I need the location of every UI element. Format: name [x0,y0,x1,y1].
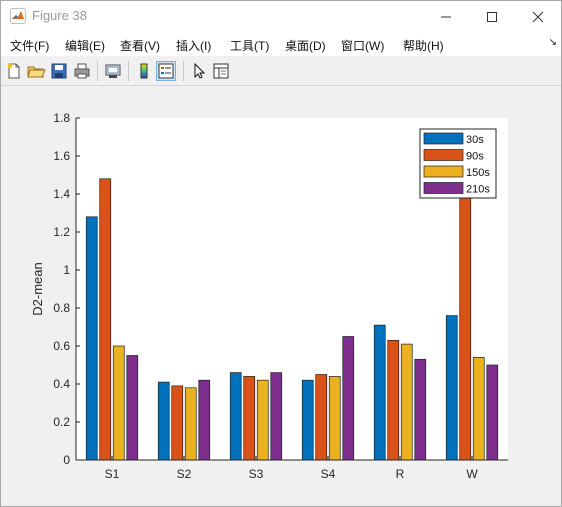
open-file-icon [27,66,46,78]
menu-tools[interactable]: 工具(T) [230,37,269,54]
save-icon [51,63,67,79]
bar-s4-30s[interactable] [301,379,314,461]
minimize-button[interactable] [423,1,469,32]
figure-canvas[interactable]: 0 0.2 0.4 0.6 0.8 1 1.2 1.4 1.6 1.8 S1 S2 S3 S4 R W D2-m… [1,86,561,506]
link-plot-icon [105,64,121,78]
bar-w-210s[interactable] [486,364,499,461]
x-tick-label: S4 [321,467,336,481]
menu-view[interactable]: 查看(V) [120,37,160,54]
legend-swatch-90s [423,149,464,161]
new-figure-icon [7,63,20,79]
y-tick-label: 1.8 [53,111,70,125]
maximize-icon [487,11,497,22]
x-tick-label: W [466,467,478,481]
new-figure-button[interactable] [4,61,24,81]
y-tick-label: 1 [63,263,70,277]
close-icon [532,11,544,22]
maximize-button[interactable] [469,1,515,32]
print-icon [74,63,90,79]
bar-s1-90s[interactable] [99,178,112,461]
bar-s3-90s[interactable] [243,376,256,461]
matlab-logo-icon [10,8,26,24]
legend-icon [158,63,174,79]
bar-w-150s[interactable] [472,357,485,461]
property-inspector-button[interactable] [211,61,231,81]
figure-toolbar [1,57,561,86]
close-button[interactable] [515,1,561,32]
y-tick-label: 0.8 [53,301,70,315]
y-tick-label: 1.4 [53,187,70,201]
legend-label-90s: 90s [466,151,484,163]
pointer-button[interactable] [189,61,209,81]
pointer-icon [194,62,206,79]
bar-s2-150s[interactable] [184,387,197,461]
property-inspector-icon [213,63,229,79]
bar-r-150s[interactable] [400,343,413,461]
legend-label-150s: 150s [466,167,490,179]
colorbar-icon [140,63,148,79]
minimize-icon [441,16,451,17]
colorbar-button[interactable] [134,61,154,81]
toolbar-separator [97,61,98,81]
toolbar-separator [128,61,129,81]
menu-edit[interactable]: 编辑(E) [65,37,105,54]
bar-s2-210s[interactable] [198,379,211,461]
x-tick-label: R [396,467,405,481]
bar-s2-30s[interactable] [157,381,170,461]
y-tick-label: 0.4 [53,377,70,391]
legend-swatch-30s [423,132,464,145]
bar-s3-150s[interactable] [256,379,269,461]
bar-s4-150s[interactable] [328,376,341,461]
bar-s3-30s[interactable] [229,372,242,461]
menu-help[interactable]: 帮助(H) [403,37,444,54]
x-tick-label: S3 [249,467,264,481]
menu-insert[interactable]: 插入(I) [176,37,211,54]
bar-s1-150s[interactable] [112,345,125,461]
bar-s3-210s[interactable] [270,372,283,461]
figure-window: Figure 38 文件(F) 编辑(E) 查看(V) 插入(I) 工具(T) … [0,0,562,507]
bar-s2-90s[interactable] [171,385,184,461]
x-tick-label: S2 [177,467,192,481]
y-tick-label: 1.6 [53,149,70,163]
legend-swatch-150s [423,165,464,178]
legend-label-210s: 210s [466,184,490,196]
y-tick-label: 0 [63,453,70,467]
x-tick-label: S1 [105,467,120,481]
legend-swatch-210s [423,182,464,194]
print-button[interactable] [72,61,92,81]
bar-r-210s[interactable] [414,358,427,461]
bar-s4-90s[interactable] [315,374,328,461]
legend-label-30s: 30s [466,134,484,146]
menu-overflow-icon[interactable]: ↘ [549,37,557,48]
bar-w-30s[interactable] [445,315,458,461]
y-tick-label: 0.2 [53,415,70,429]
title-bar[interactable]: Figure 38 [1,1,561,32]
menu-window[interactable]: 窗口(W) [341,37,384,54]
legend-button[interactable] [156,61,176,81]
y-tick-label: 0.6 [53,339,70,353]
link-plot-button[interactable] [103,61,123,81]
bar-r-30s[interactable] [373,324,386,461]
window-title: Figure 38 [32,8,87,23]
bar-s1-30s[interactable] [85,216,98,461]
menu-bar: 文件(F) 编辑(E) 查看(V) 插入(I) 工具(T) 桌面(D) 窗口(W… [1,32,561,56]
open-file-button[interactable] [26,61,46,81]
y-tick-label: 1.2 [53,225,70,239]
save-button[interactable] [49,61,69,81]
bar-r-90s[interactable] [387,339,400,461]
bar-s4-210s[interactable] [342,336,355,461]
bar-chart[interactable]: 0 0.2 0.4 0.6 0.8 1 1.2 1.4 1.6 1.8 S1 S2 S3 S4 R W D2-m… [1,86,561,506]
menu-desktop[interactable]: 桌面(D) [285,37,326,54]
toolbar-separator [183,61,184,81]
menu-file[interactable]: 文件(F) [10,37,49,54]
y-axis-label: D2-mean [30,262,45,315]
bar-s1-210s[interactable] [126,355,139,461]
